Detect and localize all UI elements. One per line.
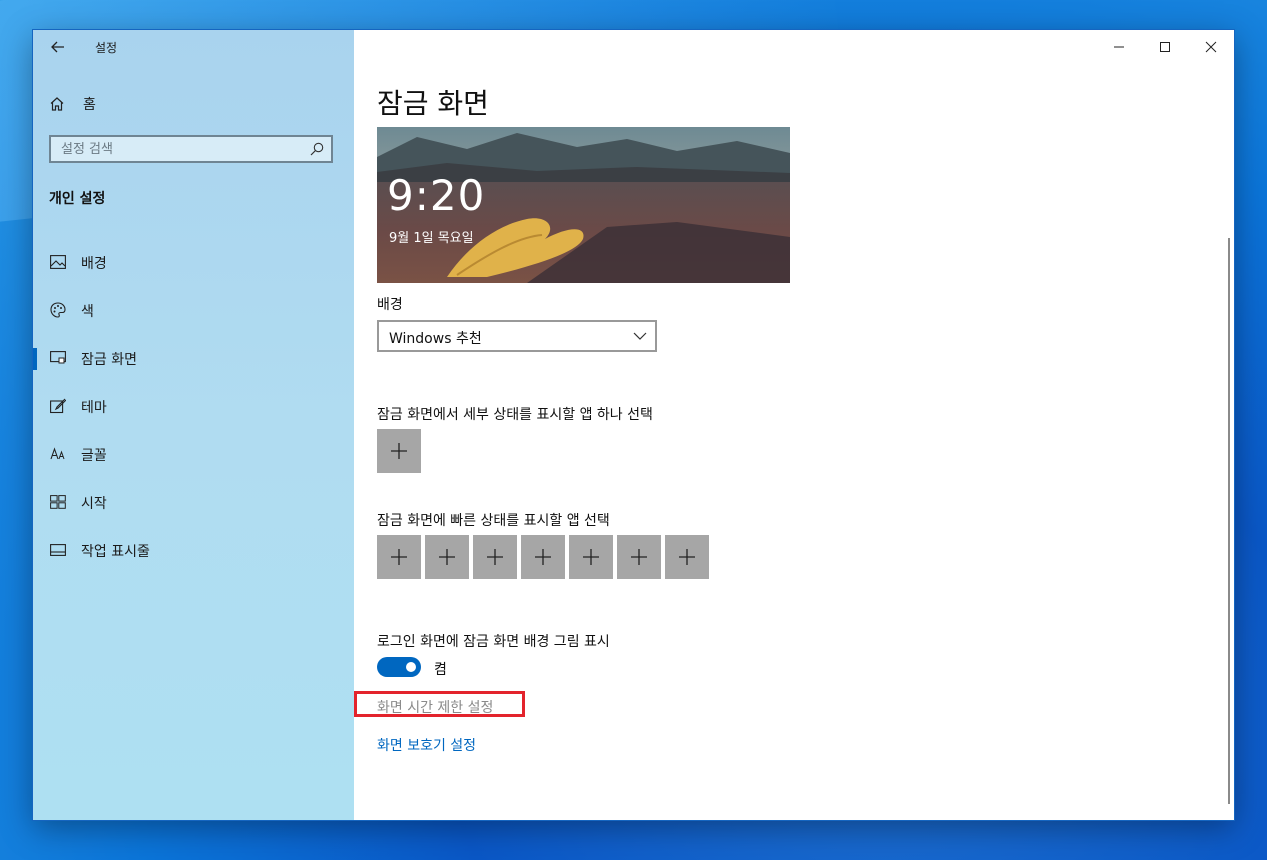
- plus-icon: [391, 443, 407, 459]
- home-nav[interactable]: 홈: [49, 92, 96, 116]
- theme-brush-icon: [49, 397, 67, 415]
- search-input[interactable]: [51, 137, 321, 161]
- home-label: 홈: [83, 97, 96, 113]
- sidebar-item-label: 테마: [81, 400, 107, 416]
- lock-screen-preview: 9:20 9월 1일 목요일: [377, 127, 790, 283]
- quick-status-app-button[interactable]: [617, 535, 661, 579]
- screen-timeout-link[interactable]: 화면 시간 제한 설정: [354, 691, 525, 717]
- lock-screen-icon: [49, 349, 67, 367]
- detailed-status-label: 잠금 화면에서 세부 상태를 표시할 앱 하나 선택: [377, 407, 653, 423]
- sidebar-item-label: 시작: [81, 496, 107, 512]
- sidebar-item-fonts[interactable]: 글꼴: [33, 431, 354, 479]
- plus-icon: [679, 549, 695, 565]
- quick-status-app-button[interactable]: [473, 535, 517, 579]
- minimize-icon: [1114, 46, 1124, 48]
- titlebar-left: 설정: [33, 30, 354, 64]
- home-icon: [50, 97, 64, 111]
- signin-background-toggle[interactable]: [377, 657, 421, 677]
- background-dropdown-value: Windows 추천: [389, 331, 482, 347]
- sidebar-item-colors[interactable]: 색: [33, 287, 354, 335]
- minimize-button[interactable]: [1096, 30, 1142, 64]
- settings-window: 설정 홈 개인 설정 배경: [33, 30, 1234, 820]
- quick-status-app-button[interactable]: [569, 535, 613, 579]
- plus-icon: [535, 549, 551, 565]
- background-dropdown[interactable]: Windows 추천: [377, 320, 657, 352]
- app-title: 설정: [95, 41, 118, 55]
- sidebar-item-taskbar[interactable]: 작업 표시줄: [33, 527, 354, 575]
- plus-icon: [439, 549, 455, 565]
- sidebar: 설정 홈 개인 설정 배경: [33, 30, 354, 820]
- plus-icon: [631, 549, 647, 565]
- plus-icon: [583, 549, 599, 565]
- quick-status-app-button[interactable]: [377, 535, 421, 579]
- palette-icon: [49, 301, 67, 319]
- search-icon[interactable]: [309, 141, 325, 157]
- preview-date: 9월 1일 목요일: [389, 231, 474, 246]
- quick-status-app-button[interactable]: [665, 535, 709, 579]
- signin-background-label: 로그인 화면에 잠금 화면 배경 그림 표시: [377, 634, 610, 650]
- section-title: 개인 설정: [49, 191, 106, 207]
- toggle-knob: [406, 662, 416, 672]
- back-button[interactable]: [47, 36, 69, 58]
- sidebar-item-label: 색: [81, 304, 94, 320]
- start-grid-icon: [49, 493, 67, 511]
- taskbar-icon: [49, 541, 67, 559]
- sidebar-item-themes[interactable]: 테마: [33, 383, 354, 431]
- back-arrow-icon: [51, 41, 64, 53]
- maximize-icon: [1160, 42, 1170, 52]
- sidebar-item-label: 작업 표시줄: [81, 544, 150, 560]
- scrollbar[interactable]: [1228, 238, 1230, 804]
- sidebar-item-label: 배경: [81, 256, 107, 272]
- font-icon: [49, 445, 67, 463]
- sidebar-item-lock-screen[interactable]: 잠금 화면: [33, 335, 354, 383]
- screen-timeout-link-label: 화면 시간 제한 설정: [377, 700, 494, 716]
- toggle-state-label: 켬: [434, 662, 447, 678]
- screen-saver-link[interactable]: 화면 보호기 설정: [377, 735, 476, 755]
- sidebar-nav: 배경 색 잠금 화면 테마 글꼴 시작 작업 표시줄: [33, 239, 354, 575]
- main-content: 잠금 화면 9:20 9월 1일 목요일 배경 Windows 추천 잠금 화면…: [354, 30, 1234, 820]
- detailed-status-app-button[interactable]: [377, 429, 421, 473]
- page-title: 잠금 화면: [377, 87, 489, 120]
- quick-status-app-button[interactable]: [425, 535, 469, 579]
- sidebar-item-background[interactable]: 배경: [33, 239, 354, 287]
- window-controls: [1096, 30, 1234, 64]
- quick-status-app-button[interactable]: [521, 535, 565, 579]
- quick-status-label: 잠금 화면에 빠른 상태를 표시할 앱 선택: [377, 513, 610, 529]
- background-label: 배경: [377, 297, 403, 313]
- close-icon: [1205, 41, 1217, 53]
- sidebar-item-label: 잠금 화면: [81, 352, 137, 368]
- close-button[interactable]: [1188, 30, 1234, 64]
- sidebar-item-label: 글꼴: [81, 448, 107, 464]
- plus-icon: [391, 549, 407, 565]
- plus-icon: [487, 549, 503, 565]
- preview-time: 9:20: [387, 171, 486, 220]
- sidebar-item-start[interactable]: 시작: [33, 479, 354, 527]
- maximize-button[interactable]: [1142, 30, 1188, 64]
- search-box[interactable]: [49, 135, 333, 163]
- picture-icon: [49, 253, 67, 271]
- chevron-down-icon: [633, 332, 647, 340]
